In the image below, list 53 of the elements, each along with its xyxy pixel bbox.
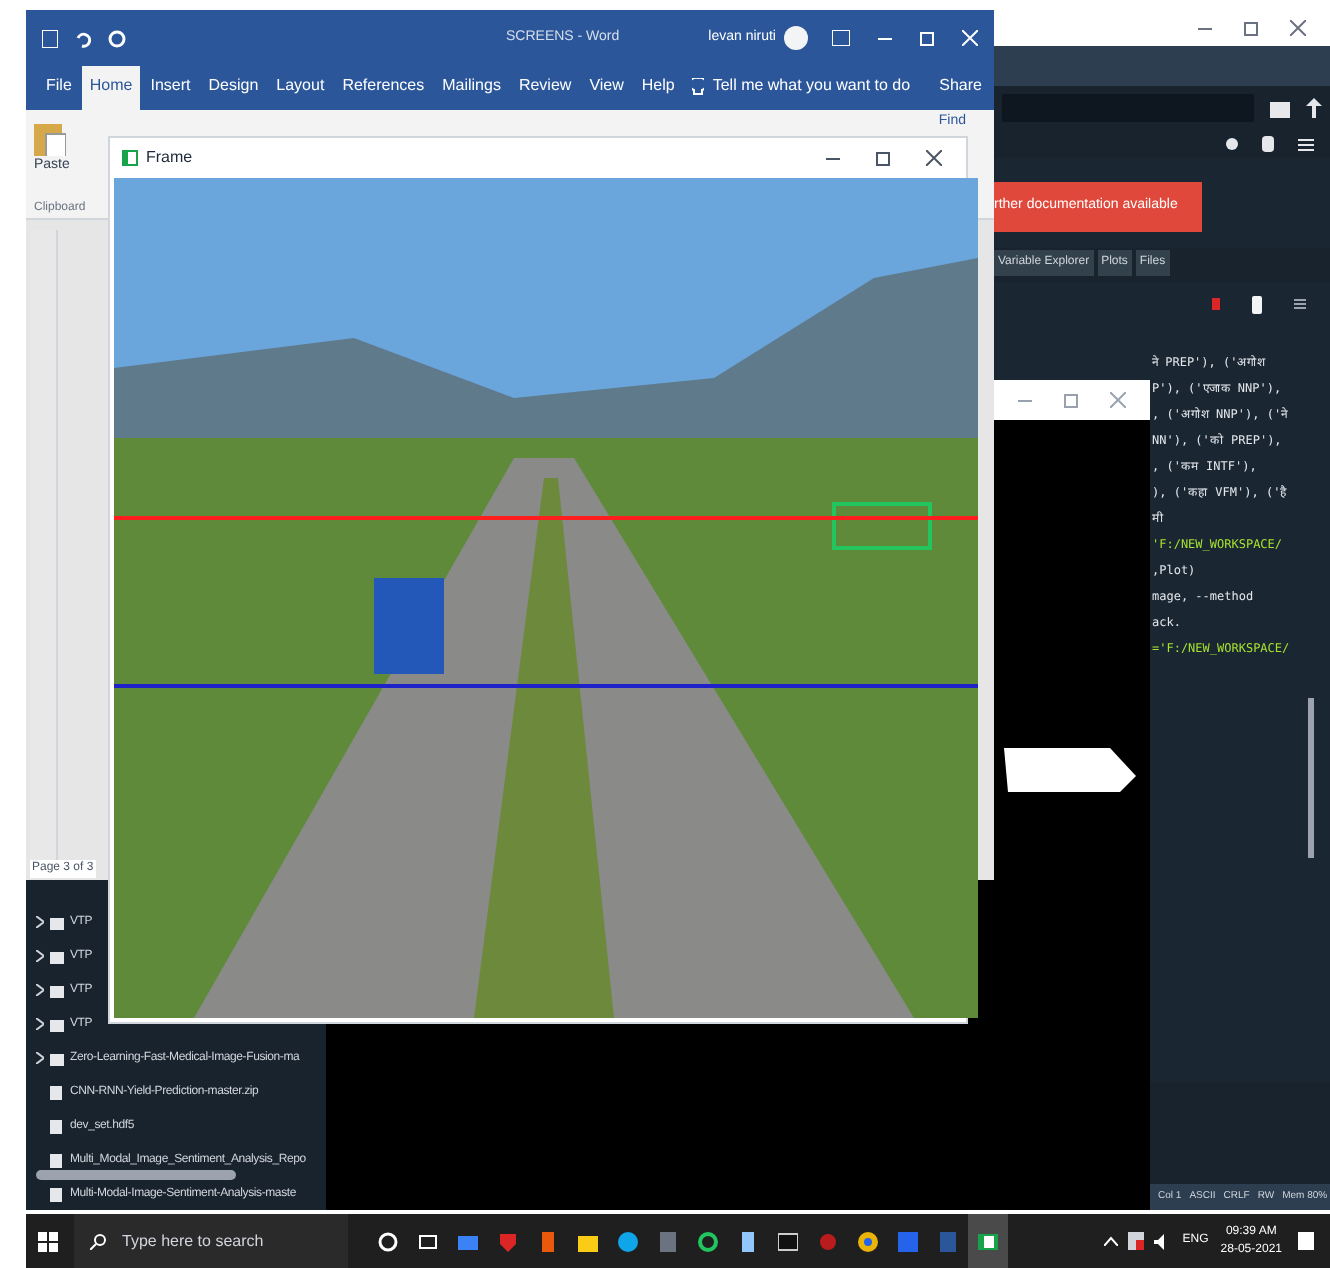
- ribbon-tab[interactable]: References: [334, 66, 433, 110]
- ring-icon: [698, 1231, 718, 1251]
- ribbon-tab[interactable]: Review: [510, 66, 580, 110]
- minimize-icon[interactable]: [878, 37, 892, 39]
- ribbon-tab[interactable]: Help: [633, 66, 683, 110]
- close-icon[interactable]: [926, 150, 942, 166]
- folder-icon: [50, 1051, 64, 1065]
- ribbon-tab[interactable]: Mailings: [434, 66, 509, 110]
- folder-icon: [50, 983, 64, 997]
- folder-icon: [50, 915, 64, 929]
- ribbon-tab[interactable]: Layout: [268, 66, 333, 110]
- ribbon-tab[interactable]: Design: [200, 66, 267, 110]
- image-window-icon: [978, 1231, 998, 1251]
- chevron-right-icon[interactable]: [36, 950, 44, 962]
- undo-icon[interactable]: [74, 29, 92, 47]
- chevron-right-icon[interactable]: [36, 916, 44, 928]
- search-field[interactable]: Type here to search: [74, 1214, 348, 1268]
- file-icon: [50, 1085, 64, 1099]
- scrollbar[interactable]: [1308, 698, 1314, 858]
- maximize-icon[interactable]: [1244, 21, 1258, 35]
- taskbar-button[interactable]: [968, 1214, 1008, 1268]
- folder-icon: [578, 1231, 598, 1251]
- minimize-icon[interactable]: [826, 157, 840, 159]
- share-button[interactable]: Share: [939, 74, 982, 110]
- chevron-right-icon[interactable]: [36, 1018, 44, 1030]
- tell-me-field[interactable]: Tell me what you want to do: [712, 74, 911, 110]
- up-arrow-icon[interactable]: [1306, 98, 1322, 118]
- menu-icon[interactable]: [1294, 298, 1306, 310]
- ribbon-tab[interactable]: View: [581, 66, 632, 110]
- minimize-icon[interactable]: [1198, 27, 1212, 29]
- window-title: Frame: [146, 146, 193, 170]
- search-icon: [90, 1233, 106, 1249]
- terminal-icon: [778, 1231, 798, 1251]
- file-icon: [50, 1119, 64, 1133]
- chevron-right-icon[interactable]: [36, 1052, 44, 1064]
- ribbon-tab[interactable]: Insert: [142, 66, 199, 110]
- close-icon[interactable]: [1290, 20, 1306, 36]
- shield-icon: [498, 1231, 518, 1251]
- folder-icon: [50, 1017, 64, 1031]
- task-view-icon: [418, 1231, 438, 1251]
- chevron-right-icon[interactable]: [36, 984, 44, 996]
- file-icon: [50, 1153, 64, 1167]
- file-icon: [50, 1187, 64, 1201]
- chevron-up-icon[interactable]: [1104, 1236, 1119, 1246]
- avatar-icon: [784, 26, 808, 50]
- ribbon-tab[interactable]: Home: [81, 66, 141, 110]
- maximize-icon[interactable]: [876, 151, 890, 165]
- folder-icon: [50, 949, 64, 963]
- folder-icon[interactable]: [1270, 99, 1290, 117]
- windows-logo-icon[interactable]: [38, 1231, 58, 1251]
- scrollbar[interactable]: [36, 1170, 236, 1180]
- ribbon-tab[interactable]: File: [38, 66, 80, 110]
- app-icon: [122, 150, 138, 166]
